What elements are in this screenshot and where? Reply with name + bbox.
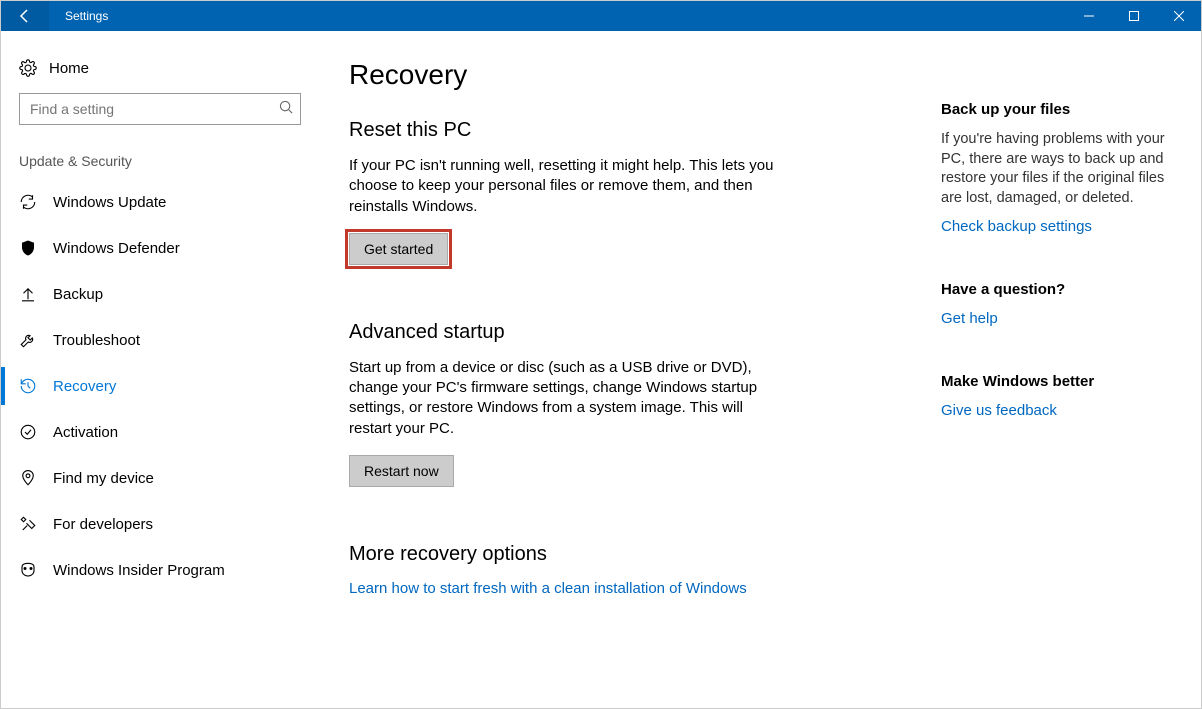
sidebar-item-activation[interactable]: Activation: [1, 409, 319, 455]
check-backup-link[interactable]: Check backup settings: [941, 218, 1171, 235]
history-icon: [19, 377, 53, 395]
backup-help-body: If you're having problems with your PC, …: [941, 130, 1171, 208]
minimize-button[interactable]: [1066, 1, 1111, 31]
location-icon: [19, 469, 53, 487]
backup-help-block: Back up your files If you're having prob…: [941, 101, 1171, 235]
sidebar-item-label: Troubleshoot: [53, 332, 140, 349]
sidebar-item-recovery[interactable]: Recovery: [1, 363, 319, 409]
advanced-heading: Advanced startup: [349, 321, 909, 344]
wrench-icon: [19, 331, 53, 349]
sidebar-item-for-developers[interactable]: For developers: [1, 501, 319, 547]
gear-icon: [19, 59, 49, 77]
help-column: Back up your files If you're having prob…: [941, 59, 1201, 708]
close-button[interactable]: [1156, 1, 1201, 31]
reset-section: Reset this PC If your PC isn't running w…: [349, 119, 909, 265]
give-feedback-link[interactable]: Give us feedback: [941, 402, 1171, 419]
sidebar-item-label: Backup: [53, 286, 103, 303]
get-started-button[interactable]: Get started: [349, 233, 448, 265]
advanced-body: Start up from a device or disc (such as …: [349, 358, 789, 439]
home-button[interactable]: Home: [1, 49, 319, 93]
sidebar-item-label: Find my device: [53, 470, 154, 487]
sidebar-item-label: Windows Insider Program: [53, 562, 225, 579]
question-heading: Have a question?: [941, 281, 1171, 298]
sidebar-item-label: Windows Defender: [53, 240, 180, 257]
sidebar-item-backup[interactable]: Backup: [1, 271, 319, 317]
fresh-install-link[interactable]: Learn how to start fresh with a clean in…: [349, 580, 909, 597]
sidebar-item-label: For developers: [53, 516, 153, 533]
more-heading: More recovery options: [349, 543, 909, 566]
search-icon: [279, 100, 294, 118]
sidebar-item-label: Windows Update: [53, 194, 166, 211]
sync-icon: [19, 193, 53, 211]
sidebar-item-label: Recovery: [53, 378, 116, 395]
page-title: Recovery: [349, 59, 909, 91]
home-label: Home: [49, 60, 89, 77]
search-input-wrapper[interactable]: [19, 93, 301, 125]
advanced-startup-section: Advanced startup Start up from a device …: [349, 321, 909, 487]
sidebar-item-troubleshoot[interactable]: Troubleshoot: [1, 317, 319, 363]
search-input[interactable]: [30, 101, 279, 117]
titlebar: Settings: [1, 1, 1201, 31]
restart-now-button[interactable]: Restart now: [349, 455, 454, 487]
sidebar-item-windows-defender[interactable]: Windows Defender: [1, 225, 319, 271]
shield-icon: [19, 239, 53, 257]
backup-help-heading: Back up your files: [941, 101, 1171, 118]
reset-body: If your PC isn't running well, resetting…: [349, 156, 789, 217]
sidebar: Home Update & Security Windows Update Wi…: [1, 31, 319, 708]
feedback-heading: Make Windows better: [941, 373, 1171, 390]
question-block: Have a question? Get help: [941, 281, 1171, 327]
sidebar-item-windows-update[interactable]: Windows Update: [1, 179, 319, 225]
maximize-button[interactable]: [1111, 1, 1156, 31]
sidebar-section-label: Update & Security: [1, 125, 319, 179]
back-button[interactable]: [1, 1, 49, 31]
get-help-link[interactable]: Get help: [941, 310, 1171, 327]
sidebar-item-find-my-device[interactable]: Find my device: [1, 455, 319, 501]
upload-icon: [19, 285, 53, 303]
insider-icon: [19, 561, 53, 579]
more-recovery-section: More recovery options Learn how to start…: [349, 543, 909, 597]
sidebar-item-windows-insider[interactable]: Windows Insider Program: [1, 547, 319, 593]
window-title: Settings: [49, 9, 108, 23]
check-circle-icon: [19, 423, 53, 441]
feedback-block: Make Windows better Give us feedback: [941, 373, 1171, 419]
sidebar-item-label: Activation: [53, 424, 118, 441]
tools-icon: [19, 515, 53, 533]
main-content: Recovery Reset this PC If your PC isn't …: [349, 59, 909, 708]
reset-heading: Reset this PC: [349, 119, 909, 142]
